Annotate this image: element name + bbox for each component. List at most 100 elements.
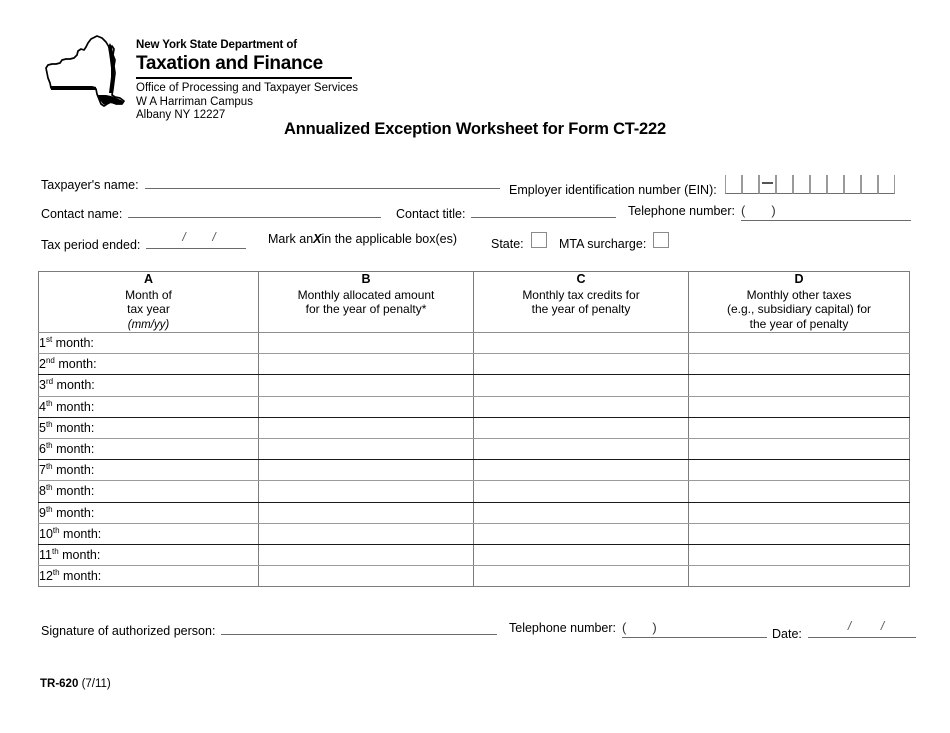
signature-date-row: Date: / /: [772, 619, 916, 641]
ein-digit-cell[interactable]: [843, 175, 861, 194]
entry-cell-b[interactable]: [258, 417, 474, 439]
ein-digit-cell[interactable]: [877, 175, 895, 194]
entry-cell-d[interactable]: [688, 417, 910, 439]
entry-cell-c[interactable]: [473, 523, 689, 545]
month-label-cell[interactable]: 3rd month:: [38, 374, 259, 397]
signature-date-input[interactable]: / /: [807, 619, 916, 638]
entry-cell-b[interactable]: [258, 544, 474, 567]
column-a-line-1: Month of: [125, 287, 172, 302]
entry-cell-b[interactable]: [258, 565, 474, 588]
new-york-state-outline-icon: [45, 35, 125, 107]
month-label-cell[interactable]: 11th month:: [38, 544, 259, 567]
entry-cell-d[interactable]: [688, 565, 910, 588]
month-number: 5: [39, 420, 46, 435]
column-a-format-hint: (mm/yy): [127, 318, 170, 331]
contact-title-row: Contact title:: [396, 204, 617, 221]
entry-cell-c[interactable]: [473, 332, 689, 355]
month-label-cell[interactable]: 10th month:: [38, 523, 259, 545]
form-code: TR-620: [40, 678, 79, 690]
telephone-input[interactable]: ( ): [741, 203, 912, 221]
agency-line1: New York State Department of: [136, 39, 298, 51]
month-label-cell[interactable]: 12th month:: [38, 565, 259, 588]
entry-cell-c[interactable]: [473, 544, 689, 567]
month-label-cell[interactable]: 5th month:: [38, 417, 259, 439]
entry-cell-c[interactable]: [473, 565, 689, 588]
ein-digit-cell[interactable]: [724, 175, 742, 194]
tax-period-input[interactable]: / /: [146, 230, 247, 249]
ein-digit-cell[interactable]: [775, 175, 793, 194]
tax-period-label: Tax period ended:: [41, 238, 141, 252]
entry-cell-d[interactable]: [688, 438, 910, 461]
entry-cell-d[interactable]: [688, 459, 910, 482]
column-c-line-1: Monthly tax credits for: [522, 287, 640, 302]
mta-surcharge-checkbox[interactable]: [653, 232, 670, 248]
signature-telephone-input[interactable]: ( ): [622, 621, 768, 638]
entry-cell-c[interactable]: [473, 480, 689, 503]
contact-name-input[interactable]: [128, 204, 382, 218]
month-label-cell[interactable]: 8th month:: [38, 480, 259, 503]
ein-input[interactable]: [724, 175, 895, 194]
month-label-cell[interactable]: 1st month:: [38, 332, 259, 355]
table-header-row: A Month of tax year (mm/yy) B Monthly al…: [38, 271, 910, 333]
ein-digit-cell[interactable]: [809, 175, 827, 194]
signature-input[interactable]: [221, 621, 498, 635]
entry-cell-d[interactable]: [688, 544, 910, 567]
ein-digit-cell[interactable]: [826, 175, 844, 194]
month-label-cell[interactable]: 9th month:: [38, 502, 259, 524]
entry-cell-d[interactable]: [688, 396, 910, 418]
state-label: State:: [491, 237, 524, 251]
entry-cell-d[interactable]: [688, 332, 910, 355]
entry-cell-b[interactable]: [258, 502, 474, 524]
table-row: 11th month:: [38, 544, 910, 567]
entry-cell-b[interactable]: [258, 459, 474, 482]
entry-cell-b[interactable]: [258, 332, 474, 355]
tax-period-slash-1: /: [182, 230, 186, 244]
entry-cell-c[interactable]: [473, 374, 689, 397]
ein-digit-cell[interactable]: [860, 175, 878, 194]
taxpayer-name-input[interactable]: [144, 175, 500, 189]
entry-cell-b[interactable]: [258, 523, 474, 545]
signature-label: Signature of authorized person:: [41, 624, 216, 638]
month-word: month:: [59, 526, 102, 541]
table-row: 8th month:: [38, 480, 910, 503]
month-label-cell[interactable]: 2nd month:: [38, 353, 259, 376]
ein-digit-cell[interactable]: [792, 175, 810, 194]
contact-name-row: Contact name:: [41, 204, 382, 221]
month-ordinal-suffix: th: [51, 546, 59, 556]
month-label-cell[interactable]: 6th month:: [38, 438, 259, 461]
mta-checkbox-row: MTA surcharge:: [559, 232, 670, 251]
table-row: 5th month:: [38, 417, 910, 439]
entry-cell-c[interactable]: [473, 438, 689, 461]
month-number: 1: [39, 336, 46, 351]
entry-cell-b[interactable]: [258, 353, 474, 376]
column-header-a: A Month of tax year (mm/yy): [38, 271, 259, 333]
entry-cell-b[interactable]: [258, 396, 474, 418]
entry-cell-c[interactable]: [473, 396, 689, 418]
entry-cell-b[interactable]: [258, 438, 474, 461]
contact-title-input[interactable]: [471, 204, 617, 218]
entry-cell-c[interactable]: [473, 417, 689, 439]
entry-cell-b[interactable]: [258, 374, 474, 397]
telephone-close-paren: ): [771, 203, 776, 218]
month-number: 6: [39, 442, 46, 457]
entry-cell-c[interactable]: [473, 502, 689, 524]
table-row: 2nd month:: [38, 353, 910, 376]
ein-digit-cell[interactable]: [741, 175, 759, 194]
signature-row: Signature of authorized person:: [41, 621, 498, 638]
entry-cell-b[interactable]: [258, 480, 474, 503]
column-d-line-2: (e.g., subsidiary capital) for: [726, 302, 872, 316]
entry-cell-d[interactable]: [688, 374, 910, 397]
month-label-cell[interactable]: 7th month:: [38, 459, 259, 482]
entry-cell-d[interactable]: [688, 523, 910, 545]
entry-cell-d[interactable]: [688, 502, 910, 524]
ein-label: Employer identification number (EIN):: [509, 183, 717, 197]
entry-cell-c[interactable]: [473, 353, 689, 376]
month-word: month:: [59, 569, 102, 584]
entry-cell-c[interactable]: [473, 459, 689, 482]
entry-cell-d[interactable]: [688, 353, 910, 376]
month-label-cell[interactable]: 4th month:: [38, 396, 259, 418]
state-checkbox[interactable]: [530, 232, 547, 248]
entry-cell-d[interactable]: [688, 480, 910, 503]
mark-x-suffix: in the applicable box(es): [321, 232, 458, 246]
month-word: month:: [52, 505, 95, 520]
